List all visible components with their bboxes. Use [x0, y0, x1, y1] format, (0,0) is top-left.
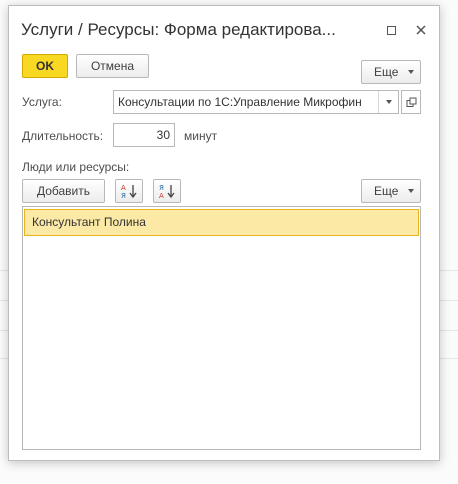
close-icon — [416, 25, 426, 35]
maximize-button[interactable] — [383, 22, 399, 38]
svg-text:А: А — [159, 192, 164, 199]
duration-unit-label: минут — [184, 129, 218, 143]
chevron-down-icon — [408, 70, 414, 74]
add-button[interactable]: Добавить — [22, 179, 105, 203]
svg-text:Я: Я — [121, 192, 126, 199]
ok-button[interactable]: OK — [22, 54, 68, 78]
resources-table: Консультант Полина — [22, 206, 421, 450]
people-resources-label: Люди или ресурсы: — [22, 160, 130, 174]
table-row[interactable]: Консультант Полина — [24, 209, 419, 236]
chevron-down-icon — [385, 100, 392, 104]
cancel-button[interactable]: Отмена — [76, 54, 149, 78]
maximize-icon — [386, 25, 396, 35]
table-cell: Консультант Полина — [32, 215, 146, 229]
table-more-menu-button[interactable]: Еще — [361, 179, 421, 203]
open-link-icon — [406, 97, 416, 107]
close-button[interactable] — [413, 22, 429, 38]
sort-descending-button[interactable]: Я А — [153, 179, 181, 203]
duration-field[interactable]: 30 — [113, 123, 175, 147]
duration-label: Длительность: — [22, 129, 104, 143]
more-menu-label: Еще — [374, 65, 399, 79]
open-service-button[interactable] — [401, 90, 421, 114]
edit-dialog: Услуги / Ресурсы: Форма редактирова... O… — [8, 5, 440, 461]
svg-text:Я: Я — [159, 184, 164, 192]
dialog-title: Услуги / Ресурсы: Форма редактирова... — [21, 20, 336, 39]
service-value: Консультации по 1С:Управление Микрофин — [118, 95, 362, 109]
service-dropdown-button[interactable] — [378, 91, 398, 113]
service-field[interactable]: Консультации по 1С:Управление Микрофин — [113, 90, 399, 114]
sort-descending-icon: Я А — [159, 184, 175, 199]
sort-ascending-icon: А Я — [121, 184, 137, 199]
more-menu-button[interactable]: Еще — [361, 60, 421, 84]
chevron-down-icon — [408, 189, 414, 193]
svg-text:А: А — [121, 184, 126, 192]
table-more-menu-label: Еще — [374, 184, 399, 198]
sort-ascending-button[interactable]: А Я — [115, 179, 143, 203]
service-label: Услуга: — [22, 95, 62, 109]
